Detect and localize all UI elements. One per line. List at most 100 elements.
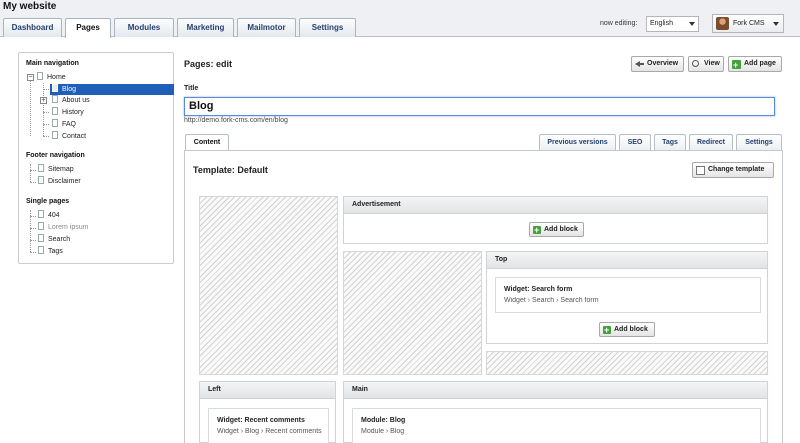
single-pages-heading: Single pages xyxy=(26,198,70,205)
page-url[interactable]: http://demo.fork-cms.com/en/blog xyxy=(184,117,288,124)
language-value: English xyxy=(650,20,673,27)
tab-dashboard[interactable]: Dashboard xyxy=(3,18,62,37)
page-tree: Main navigation − Home Blog + About us H… xyxy=(18,52,174,264)
tree-item-faq[interactable]: FAQ xyxy=(52,119,76,130)
view-button[interactable]: View xyxy=(688,56,724,72)
tree-line xyxy=(30,81,31,136)
widget-path: Widget › Search › Search form xyxy=(504,297,599,304)
tree-item-about-us[interactable]: About us xyxy=(52,95,90,106)
user-name: Fork CMS xyxy=(733,20,765,27)
widget-title: Widget: Recent comments xyxy=(217,417,305,424)
tree-item-404[interactable]: 404 xyxy=(38,210,60,221)
tree-item-lorem-ipsum[interactable]: Lorem ipsum xyxy=(38,222,88,233)
tab-marketing[interactable]: Marketing xyxy=(177,18,234,37)
tab-mailmotor[interactable]: Mailmotor xyxy=(237,18,296,37)
add-icon xyxy=(533,224,541,237)
collapse-icon[interactable]: − xyxy=(27,74,34,81)
tree-line xyxy=(43,124,49,125)
template-title: Template: Default xyxy=(193,165,268,175)
tree-line xyxy=(43,89,49,90)
top-block-title: Top xyxy=(487,252,767,269)
add-block-button[interactable]: Add block xyxy=(599,322,655,337)
template-icon xyxy=(696,166,705,175)
empty-position-placeholder xyxy=(199,196,338,375)
tab-pages[interactable]: Pages xyxy=(65,18,111,38)
add-page-button[interactable]: Add page xyxy=(728,56,782,72)
tab-tags[interactable]: Tags xyxy=(654,134,686,150)
back-arrow-icon xyxy=(635,60,644,69)
sitemap-icon xyxy=(38,164,44,172)
expand-icon[interactable]: + xyxy=(40,97,47,104)
main-block-title: Main xyxy=(344,382,767,399)
tree-item-tags[interactable]: Tags xyxy=(38,246,63,257)
tree-item-disclaimer[interactable]: Disclaimer xyxy=(38,176,81,187)
tree-item-home[interactable]: Home xyxy=(37,72,66,83)
left-block-title: Left xyxy=(200,382,335,399)
top-block: Top Widget: Search form Widget › Search … xyxy=(486,251,768,344)
tree-line xyxy=(30,170,36,171)
error-page-icon xyxy=(38,210,44,218)
page-icon xyxy=(37,72,43,80)
advertisement-block-title: Advertisement xyxy=(344,197,767,214)
change-template-button[interactable]: Change template xyxy=(692,162,774,178)
tree-line xyxy=(30,216,36,217)
tree-line xyxy=(43,112,49,113)
module-title: Module: Blog xyxy=(361,417,406,424)
main-navigation-heading: Main navigation xyxy=(26,60,79,67)
tree-item-history[interactable]: History xyxy=(52,107,84,118)
site-title[interactable]: My website xyxy=(3,1,56,12)
tree-line xyxy=(30,182,36,183)
tab-seo[interactable]: SEO xyxy=(619,134,651,150)
tree-item-blog[interactable]: Blog xyxy=(50,84,174,95)
add-icon xyxy=(603,324,611,337)
avatar xyxy=(716,17,729,30)
tab-content[interactable]: Content xyxy=(185,134,229,151)
tab-settings[interactable]: Settings xyxy=(736,134,782,150)
title-label: Title xyxy=(184,85,199,92)
page-icon xyxy=(38,234,44,242)
page-icon xyxy=(52,119,58,127)
empty-position-placeholder xyxy=(486,351,768,375)
magnifier-icon xyxy=(692,60,699,67)
user-menu[interactable]: Fork CMS xyxy=(712,14,784,33)
add-icon xyxy=(732,58,741,72)
overview-button[interactable]: Overview xyxy=(631,56,684,72)
widget-title: Widget: Search form xyxy=(504,286,573,293)
advertisement-block: Advertisement Add block xyxy=(343,196,768,244)
tab-settings[interactable]: Settings xyxy=(299,18,356,37)
widget-recent-comments[interactable]: Widget: Recent comments Widget › Blog › … xyxy=(208,408,329,443)
title-input[interactable]: Blog xyxy=(184,97,775,116)
page-icon xyxy=(38,222,44,230)
page-icon xyxy=(52,95,58,103)
tree-line xyxy=(43,136,49,137)
add-block-button[interactable]: Add block xyxy=(529,222,584,237)
tree-line xyxy=(43,83,44,136)
chevron-down-icon xyxy=(773,22,779,26)
left-block: Left Widget: Recent comments Widget › Bl… xyxy=(199,381,336,443)
chevron-down-icon xyxy=(689,22,695,26)
module-blog[interactable]: Module: Blog Module › Blog xyxy=(352,408,761,443)
tree-item-contact[interactable]: Contact xyxy=(52,131,86,142)
module-path: Module › Blog xyxy=(361,428,405,435)
top-bar: My website Dashboard Pages Modules Marke… xyxy=(0,0,800,38)
widget-search-form[interactable]: Widget: Search form Widget › Search › Se… xyxy=(495,277,761,313)
page-icon xyxy=(52,84,58,92)
page-title: Pages: edit xyxy=(184,59,233,69)
editing-language-label: now editing: xyxy=(600,20,638,27)
tree-line xyxy=(30,252,36,253)
main-block: Main Module: Blog Module › Blog xyxy=(343,381,768,443)
tab-modules[interactable]: Modules xyxy=(114,18,174,37)
language-select[interactable]: English xyxy=(646,16,699,32)
widget-path: Widget › Blog › Recent comments xyxy=(217,428,322,435)
tab-redirect[interactable]: Redirect xyxy=(689,134,733,150)
tree-item-search[interactable]: Search xyxy=(38,234,70,245)
footer-navigation-heading: Footer navigation xyxy=(26,152,85,159)
tree-line xyxy=(30,240,36,241)
tree-line xyxy=(30,228,36,229)
page-icon xyxy=(38,246,44,254)
tab-previous-versions[interactable]: Previous versions xyxy=(539,134,616,150)
page-icon xyxy=(52,131,58,139)
tree-item-sitemap[interactable]: Sitemap xyxy=(38,164,74,175)
main-tabs: Dashboard Pages Modules Marketing Mailmo… xyxy=(3,18,356,38)
page-icon xyxy=(52,107,58,115)
